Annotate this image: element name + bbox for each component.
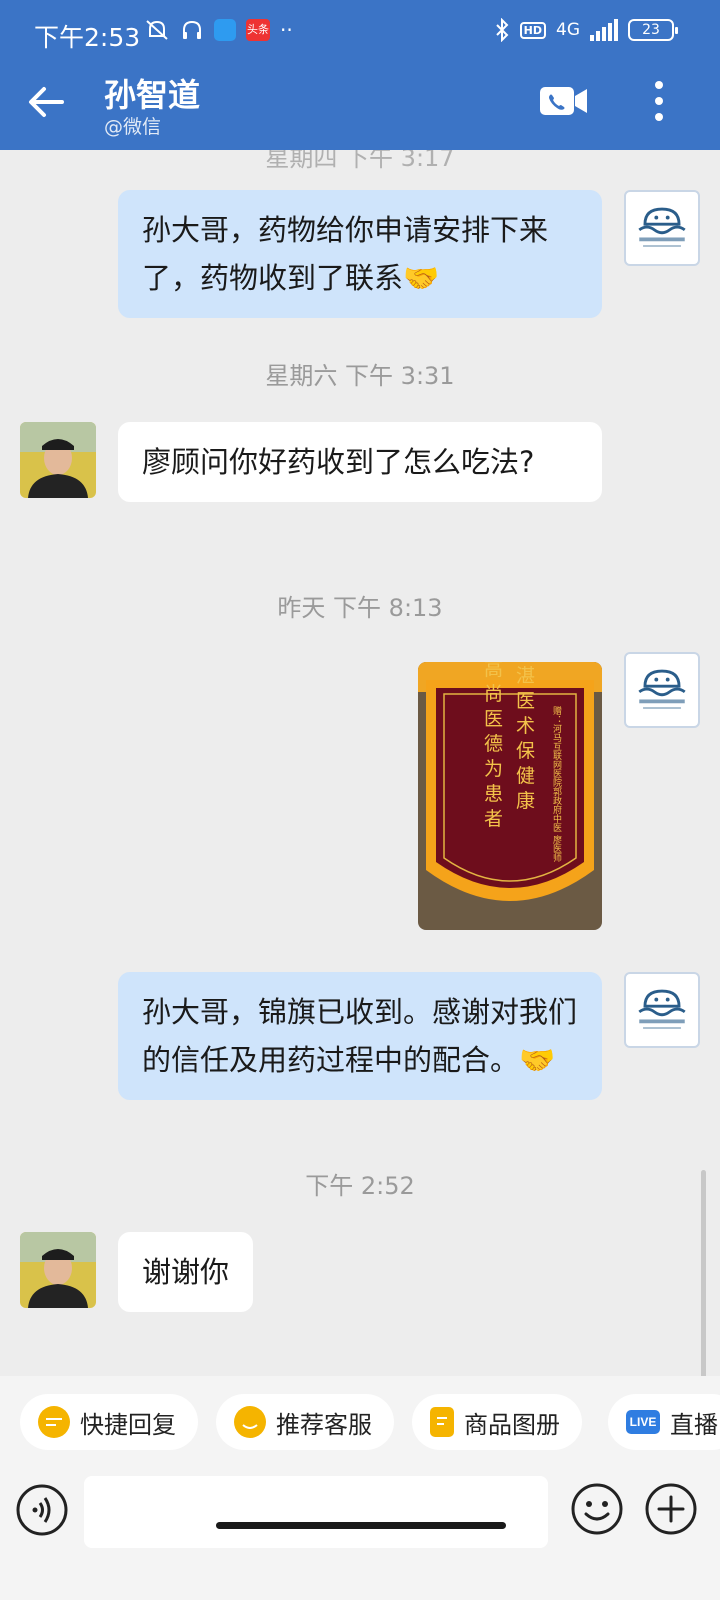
mute-icon [146, 20, 168, 40]
service-icon [234, 1406, 266, 1438]
message-input[interactable] [84, 1476, 548, 1548]
network-label: 4G [556, 20, 580, 40]
timestamp: 星期六 下午 3:31 [265, 362, 455, 390]
message-text: 孙大哥，锦旗已收到。感谢对我们的信任及用药过程中的配合。🤝 [142, 995, 578, 1077]
message-bubble-received[interactable]: 谢谢你 [118, 1232, 254, 1312]
hospital-logo-icon [638, 989, 686, 1029]
message-bubble-sent[interactable]: 孙大哥，药物给你申请安排下来了，药物收到了联系🤝 [118, 190, 602, 318]
contact-source: @微信 [104, 116, 162, 138]
elderly-man-avatar-icon [20, 422, 96, 498]
timestamp-partial: 星期四 下午 3:17 [265, 150, 455, 172]
live-button[interactable]: LIVE 直播 [608, 1394, 720, 1450]
live-icon: LIVE [626, 1410, 660, 1434]
quick-actions-bar: 快捷回复 推荐客服 商品图册 LIVE 直播 [0, 1376, 720, 1452]
message-text: 孙大哥，药物给你申请安排下来了，药物收到了联系🤝 [142, 213, 549, 295]
catalog-icon [430, 1407, 454, 1437]
self-avatar[interactable] [624, 190, 700, 266]
bluetooth-icon [495, 18, 509, 42]
signal-icon [590, 19, 618, 41]
product-catalog-button[interactable]: 商品图册 [412, 1394, 582, 1450]
message-bubble-sent[interactable]: 孙大哥，锦旗已收到。感谢对我们的信任及用药过程中的配合。🤝 [118, 972, 602, 1100]
banner-recipient: 赠：河马互联网医院郭政府中医 廖医师 [551, 705, 562, 863]
quick-reply-icon [38, 1406, 70, 1438]
banner-line1-char: 精湛医术保健康 [513, 662, 535, 816]
scrollbar[interactable] [701, 1170, 706, 1376]
message-bubble-received[interactable]: 廖顾问你好药收到了怎么吃法? [118, 422, 602, 502]
toutiao-icon: 头条 [246, 19, 270, 41]
contact-avatar[interactable] [20, 1232, 96, 1308]
self-avatar[interactable] [624, 652, 700, 728]
more-notifications-icon: ·· [280, 18, 293, 42]
video-call-icon[interactable] [540, 86, 588, 116]
self-avatar[interactable] [624, 972, 700, 1048]
status-time: 下午2:53 [34, 23, 141, 52]
hospital-logo-icon [638, 669, 686, 709]
contact-name: 孙智道 [104, 76, 201, 114]
timestamp: 下午 2:52 [305, 1172, 415, 1200]
chip-label: 商品图册 [464, 1410, 560, 1439]
app-notification-icon [214, 19, 236, 41]
message-text: 廖顾问你好药收到了怎么吃法? [142, 445, 535, 479]
image-message-banner[interactable]: 精湛医术保健康 高尚医德为患者 赠：河马互联网医院郭政府中医 廖医师 [418, 662, 602, 930]
chat-area[interactable]: 星期四 下午 3:17 孙大哥，药物给你申请安排下来了，药物收到了联系🤝 星期六… [0, 150, 720, 1376]
contact-avatar[interactable] [20, 422, 96, 498]
silk-banner-photo-icon: 精湛医术保健康 高尚医德为患者 赠：河马互联网医院郭政府中医 廖医师 [418, 662, 602, 930]
hospital-logo-icon [638, 207, 686, 247]
elderly-man-avatar-icon [20, 1232, 96, 1308]
chip-label: 推荐客服 [276, 1410, 372, 1439]
more-options-icon[interactable] [650, 80, 668, 122]
headset-icon [183, 20, 201, 39]
status-right-icons: HD 4G 23 [494, 18, 678, 42]
timestamp: 昨天 下午 8:13 [277, 594, 443, 622]
recommend-service-button[interactable]: 推荐客服 [216, 1394, 394, 1450]
chip-label: 快捷回复 [80, 1410, 176, 1439]
quick-reply-button[interactable]: 快捷回复 [20, 1394, 198, 1450]
voice-input-icon[interactable] [16, 1484, 68, 1536]
status-bar: 下午2:53 头条 ·· HD 4G 23 [0, 0, 720, 68]
banner-line2-char: 高尚医德为患者 [481, 662, 503, 834]
back-arrow-icon[interactable] [26, 82, 66, 122]
hd-icon: HD [519, 21, 546, 39]
message-text: 谢谢你 [142, 1255, 230, 1289]
emoji-icon[interactable] [570, 1482, 624, 1536]
status-left-icons: 头条 ·· [144, 18, 293, 42]
app-header: 下午2:53 头条 ·· HD 4G 23 孙智道 @微信 [0, 0, 720, 150]
chip-label: 直播 [670, 1410, 718, 1439]
plus-icon[interactable] [644, 1482, 698, 1536]
battery-icon: 23 [628, 19, 678, 41]
home-indicator[interactable] [216, 1522, 506, 1529]
